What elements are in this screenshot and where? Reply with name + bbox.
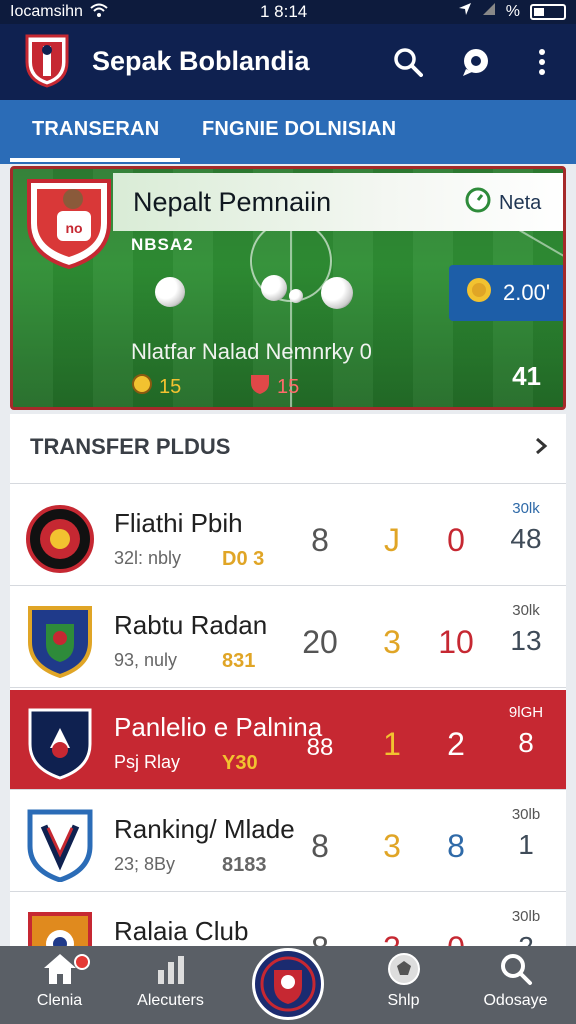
list-item[interactable]: Ralaia Club 8 3 0 30lb 2 <box>10 894 566 954</box>
stat-col-2: J <box>384 522 400 558</box>
hero-subtitle: Nlatfar Nalad Nemnrky 0 <box>131 339 372 364</box>
nav-stats-label: Alecuters <box>137 992 204 1009</box>
stat-col-3: 10 <box>438 624 474 660</box>
stats-icon <box>113 946 228 992</box>
hero-status-badge: Neta <box>465 187 541 219</box>
hero-code: NBSA2 <box>131 235 194 254</box>
wifi-icon <box>89 2 109 23</box>
player-crest-icon: no <box>25 177 113 270</box>
section-header[interactable]: TRANSFER PLDUS <box>10 414 566 484</box>
club-crest-icon <box>26 706 94 780</box>
stat-col-4: 9lGH 8 <box>508 704 544 758</box>
search-icon[interactable] <box>390 44 426 80</box>
transfer-list-panel: TRANSFER PLDUS Fliathi Pbih 32l: nbly D0… <box>10 414 566 954</box>
notification-dot <box>74 954 90 970</box>
battery-icon <box>530 3 566 20</box>
svg-text:no: no <box>65 220 82 236</box>
ball-icon <box>155 277 185 307</box>
tab-bar: TRANSERAN FNGNIE DOLNISIAN <box>0 100 576 164</box>
stat-col-4: 30lb 1 <box>511 806 541 860</box>
battery-percent: % <box>505 2 520 20</box>
stat-col-1: 8 <box>311 522 329 558</box>
nav-shop[interactable]: Shlp <box>346 946 461 1024</box>
signal-icon <box>482 2 496 21</box>
location-icon <box>458 2 472 21</box>
stat-col-1: 20 <box>302 624 338 660</box>
app-logo-icon[interactable] <box>24 32 70 88</box>
nav-shop-label: Shlp <box>387 992 420 1009</box>
club-meta: 93, nuly <box>114 650 178 670</box>
section-title: TRANSFER PLDUS <box>30 434 231 459</box>
more-menu-icon[interactable] <box>524 44 560 80</box>
hero-stat-red: 15 <box>249 373 299 401</box>
app-bar: Sepak Boblandia <box>0 24 576 100</box>
list-item[interactable]: Ranking/ Mlade 23; 8By 8183 8 3 8 30lb 1 <box>10 792 566 892</box>
home-icon <box>2 946 117 992</box>
status-bar: Iocamsihn 1 8:14 % <box>0 0 576 24</box>
featured-player-card[interactable]: no Nepalt Pemnaiin Neta NBSA2 2.00' Nlat… <box>10 166 566 410</box>
club-crest-icon <box>26 808 94 883</box>
ball-icon <box>289 289 303 303</box>
stat-col-4: 30lk 13 <box>510 602 542 656</box>
tab-indicator <box>10 158 180 162</box>
club-name: Rabtu Radan <box>114 610 268 640</box>
nav-search[interactable]: Odosaye <box>458 946 573 1024</box>
stat-col-2: 3 <box>383 828 401 864</box>
club-crest-icon <box>26 604 94 679</box>
stat-col-2: 3 <box>383 624 401 660</box>
shield-icon <box>249 373 271 401</box>
chat-icon[interactable] <box>458 44 494 80</box>
stat-col-3: 8 <box>447 828 465 864</box>
hero-corner-value: 41 <box>512 361 541 391</box>
nav-center-crest-icon[interactable] <box>252 948 324 1020</box>
hero-title: Nepalt Pemnaiin <box>133 187 332 217</box>
nav-home-label: Clenia <box>36 992 83 1009</box>
club-meta: 32l: nbly <box>114 548 182 568</box>
clock-icon <box>465 187 491 219</box>
carrier-label: Iocamsihn <box>10 3 83 20</box>
stat-col-3: 2 <box>447 726 465 762</box>
list-item-highlighted[interactable]: Panlelio e Palnina Psj Rlay Y30 88 1 2 9… <box>10 690 566 790</box>
hero-stat-gold: 15 <box>131 373 181 401</box>
club-badge: 831 <box>222 650 256 672</box>
tab-transfers[interactable]: TRANSERAN <box>32 118 159 141</box>
tab-competitions[interactable]: FNGNIE DOLNISIAN <box>202 118 396 141</box>
chevron-right-icon[interactable] <box>534 436 548 461</box>
football-icon <box>346 946 461 992</box>
club-badge: D0 3 <box>222 548 265 570</box>
club-crest-icon <box>26 502 94 576</box>
coin-icon <box>465 276 493 310</box>
stat-col-4: 30lk 48 <box>510 500 542 554</box>
club-badge: 8183 <box>222 854 267 876</box>
club-name: Ralaia Club <box>114 916 249 946</box>
ball-icon <box>261 275 287 301</box>
ball-icon <box>321 277 353 309</box>
club-name: Ranking/ Mlade <box>114 814 295 844</box>
price-pill[interactable]: 2.00' <box>449 265 563 321</box>
medal-icon <box>131 373 153 401</box>
stat-col-2: 1 <box>383 726 401 762</box>
nav-stats[interactable]: Alecuters <box>113 946 228 1024</box>
nav-home[interactable]: Clenia <box>2 946 117 1024</box>
list-item[interactable]: Rabtu Radan 93, nuly 831 20 3 10 30lk 13 <box>10 588 566 688</box>
stat-col-1: 8 <box>311 828 329 864</box>
club-meta: 23; 8By <box>114 854 176 874</box>
search-icon <box>458 946 573 992</box>
club-meta: Psj Rlay <box>114 752 181 772</box>
stat-col-3: 0 <box>447 522 465 558</box>
club-name: Panlelio e Palnina <box>114 712 323 742</box>
status-time: 1 8:14 <box>260 2 308 21</box>
stat-col-1: 88 <box>306 734 334 761</box>
nav-search-label: Odosaye <box>483 992 548 1009</box>
app-title: Sepak Boblandia <box>92 46 310 76</box>
list-item[interactable]: Fliathi Pbih 32l: nbly D0 3 8 J 0 30lk 4… <box>10 486 566 586</box>
club-name: Fliathi Pbih <box>114 508 243 538</box>
club-badge: Y30 <box>222 752 258 774</box>
bottom-navigation: Clenia Alecuters Shlp Odosaye <box>0 946 576 1024</box>
